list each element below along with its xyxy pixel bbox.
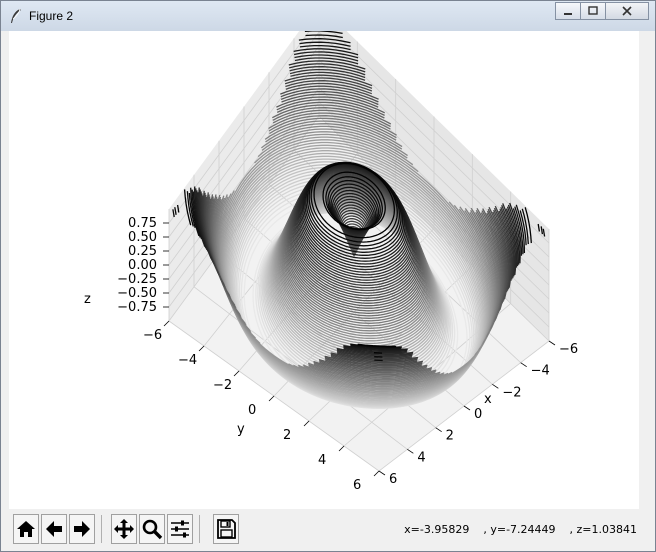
toolbar-separator (101, 515, 102, 543)
x-tick-label: −6 (559, 342, 578, 357)
x-tick-label: −4 (531, 364, 550, 379)
y-tick (268, 395, 275, 402)
magnifier-icon (142, 519, 163, 540)
z-tick-label: 0.25 (128, 244, 157, 259)
y-coordinate: y=-7.24449 (490, 523, 556, 536)
y-tick (163, 320, 170, 327)
home-button[interactable] (13, 514, 39, 544)
title-bar[interactable]: Figure 2 (1, 1, 655, 31)
pan-button[interactable] (111, 514, 137, 544)
x-tick-label: 2 (446, 429, 454, 444)
x-tick-label: 0 (474, 407, 482, 422)
z-tick-label: −0.25 (117, 272, 157, 287)
z-tick-label: 0.00 (128, 258, 157, 273)
home-icon (17, 521, 35, 537)
maximize-icon (588, 6, 598, 15)
y-tick (233, 370, 240, 377)
x-tick (520, 362, 527, 367)
z-coordinate: z=1.03841 (576, 523, 637, 536)
y-tick-label: 6 (353, 478, 361, 493)
y-tick-label: −2 (213, 378, 232, 393)
x-tick (492, 384, 499, 389)
z-tick-label: −0.50 (117, 286, 157, 301)
floppy-disk-icon (217, 519, 236, 539)
x-tick (435, 427, 442, 432)
y-axis-label: y (237, 422, 245, 437)
y-tick (373, 470, 380, 477)
minimize-icon (564, 13, 572, 15)
y-tick-label: −6 (143, 328, 162, 343)
configure-subplots-button[interactable] (167, 514, 193, 544)
zoom-button[interactable] (139, 514, 165, 544)
save-button[interactable] (213, 514, 239, 544)
toolbar-separator (199, 515, 200, 543)
x-axis-label: x (484, 392, 492, 407)
x-tick-label: −2 (502, 385, 521, 400)
x-tick (407, 449, 414, 454)
x-tick (463, 405, 471, 411)
arrow-right-icon (74, 521, 90, 537)
x-tick-label: 4 (417, 450, 425, 465)
z-tick-label: −0.75 (117, 300, 157, 315)
y-tick (338, 445, 345, 452)
arrow-left-icon (46, 521, 62, 537)
y-tick-label: 0 (248, 403, 256, 418)
sliders-icon (171, 520, 189, 538)
forward-button[interactable] (69, 514, 95, 544)
close-icon (622, 6, 632, 16)
y-tick-label: 2 (283, 428, 291, 443)
y-tick-label: −4 (178, 353, 197, 368)
y-tick-label: 4 (318, 453, 326, 468)
x-coordinate: x=-3.95829 (404, 523, 470, 536)
navigation-toolbar: x=-3.95829 , y=-7.24449 , z=1.03841 (9, 511, 647, 549)
z-axis-label: z (84, 292, 91, 307)
maximize-button[interactable] (580, 2, 606, 20)
window-controls (555, 2, 649, 20)
window-title: Figure 2 (29, 9, 74, 23)
cursor-coordinates: x=-3.95829 , y=-7.24449 , z=1.03841 (404, 523, 637, 536)
back-button[interactable] (41, 514, 67, 544)
z-tick-label: 0.75 (128, 216, 157, 231)
figure-window: Figure 2 −6 −4 −2 0 2 4 6 −6 −4 −2 0 2 4 6 −0.75 −0.50−… (0, 0, 656, 552)
minimize-button[interactable] (555, 2, 581, 20)
x-tick (548, 340, 556, 346)
move-icon (114, 519, 134, 539)
close-button[interactable] (605, 2, 649, 20)
y-tick (303, 420, 310, 427)
y-tick (198, 345, 205, 352)
x-tick (378, 470, 386, 476)
figure-canvas[interactable]: −6 −4 −2 0 2 4 6 −6 −4 −2 0 2 4 6 −0.75 −0.50 −0.25 0.00 0… (9, 4, 639, 509)
x-tick-label: 6 (389, 472, 397, 487)
z-tick-label: 0.50 (128, 230, 157, 245)
plot-3d: −6−4−20246−6−4−20246−0.75−0.50−0.250.000… (84, 4, 578, 493)
feather-icon (11, 8, 21, 23)
